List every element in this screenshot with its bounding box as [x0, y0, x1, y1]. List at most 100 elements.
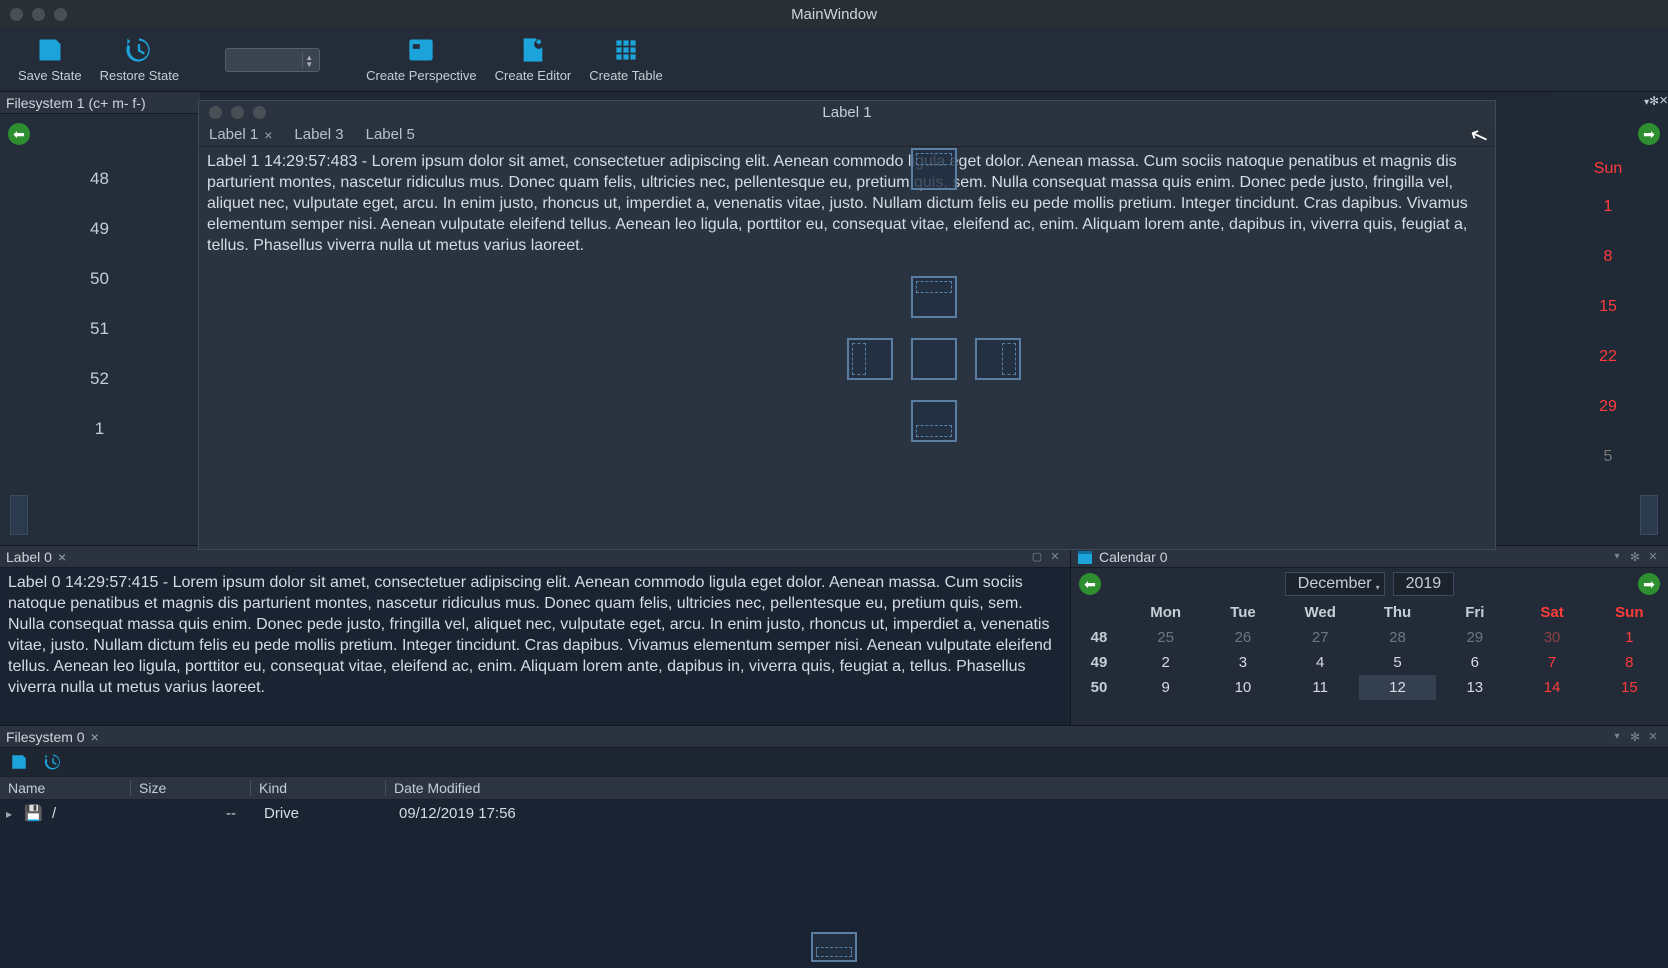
sunday-cell[interactable]: 22 — [1548, 332, 1668, 382]
calendar-day-cell[interactable]: 11 — [1282, 675, 1359, 700]
tab-label0[interactable]: Label 0 × — [6, 549, 66, 565]
floating-title: Label 1 — [822, 104, 871, 121]
col-date[interactable]: Date Modified — [385, 780, 1668, 796]
gear-icon[interactable] — [1626, 548, 1644, 566]
dock-target-top-inner[interactable] — [911, 276, 957, 318]
scroll-thumb[interactable] — [10, 495, 28, 535]
dock-target-bottom[interactable] — [911, 400, 957, 442]
tab[interactable]: Label 5 — [366, 126, 415, 143]
sunday-cell[interactable]: 1 — [1548, 182, 1668, 232]
chevron-down-icon[interactable] — [1608, 548, 1626, 566]
sunday-cell[interactable]: 5 — [1548, 432, 1668, 482]
floating-window[interactable]: Label 1 Label 1×Label 3Label 5 Label 1 1… — [198, 100, 1496, 550]
create-table-button[interactable]: Create Table — [589, 36, 662, 83]
filesystem1-header: Filesystem 1 (c+ m- f-) — [0, 92, 200, 114]
history-icon[interactable] — [44, 753, 62, 771]
calendar-month: December — [1298, 575, 1372, 592]
minimize-traffic-light[interactable] — [231, 106, 244, 119]
chevron-down-icon[interactable] — [1608, 728, 1626, 746]
calendar-week-number: 49 — [1071, 650, 1127, 675]
create-editor-button[interactable]: Create Editor — [495, 36, 572, 83]
save-state-label: Save State — [18, 68, 82, 83]
minimize-traffic-light[interactable] — [32, 8, 45, 21]
gear-icon[interactable] — [1626, 728, 1644, 746]
close-icon[interactable] — [1644, 548, 1662, 566]
create-perspective-button[interactable]: Create Perspective — [366, 36, 477, 83]
close-icon[interactable] — [1659, 92, 1668, 114]
nav-prev-button[interactable]: ⬅ — [8, 123, 30, 145]
tab[interactable]: Label 3 — [294, 126, 343, 143]
dock-target-top[interactable] — [911, 148, 957, 190]
calendar-day-cell[interactable]: 9 — [1127, 675, 1204, 700]
calendar-day-cell[interactable]: 26 — [1204, 625, 1281, 650]
calendar-day-cell[interactable]: 5 — [1359, 650, 1436, 675]
calendar-next-button[interactable]: ➡ — [1638, 573, 1660, 595]
calendar-grid: MonTueWedThuFriSatSun4825262728293014923… — [1071, 600, 1668, 700]
calendar-day-cell[interactable]: 10 — [1204, 675, 1281, 700]
restore-state-button[interactable]: Restore State — [100, 36, 180, 83]
perspective-icon — [407, 36, 435, 64]
save-icon[interactable] — [10, 753, 28, 771]
calendar-day-cell[interactable]: 27 — [1282, 625, 1359, 650]
col-size[interactable]: Size — [130, 780, 250, 796]
close-traffic-light[interactable] — [209, 106, 222, 119]
zoom-traffic-light[interactable] — [253, 106, 266, 119]
calendar-day-cell[interactable]: 30 — [1513, 625, 1590, 650]
calendar-day-header: Fri — [1436, 600, 1513, 625]
col-name[interactable]: Name — [0, 780, 130, 796]
calendar-day-header: Mon — [1127, 600, 1204, 625]
calendar-day-cell[interactable]: 25 — [1127, 625, 1204, 650]
filesystem-row[interactable]: 💾 / -- Drive 09/12/2019 17:56 — [0, 800, 1668, 826]
dock-target-left[interactable] — [847, 338, 893, 380]
zoom-traffic-light[interactable] — [54, 8, 67, 21]
calendar-icon — [1077, 549, 1093, 565]
close-icon[interactable] — [1644, 728, 1662, 746]
calendar-day-cell[interactable]: 7 — [1513, 650, 1590, 675]
close-traffic-light[interactable] — [10, 8, 23, 21]
minimize-icon[interactable]: ▢ — [1028, 548, 1046, 566]
save-state-button[interactable]: Save State — [18, 36, 82, 83]
disk-icon: 💾 — [24, 804, 44, 822]
close-tab-icon[interactable]: × — [91, 729, 99, 745]
calendar-day-cell[interactable]: 13 — [1436, 675, 1513, 700]
calendar-day-cell[interactable]: 6 — [1436, 650, 1513, 675]
sunday-cell[interactable]: 8 — [1548, 232, 1668, 282]
sunday-cell[interactable]: 29 — [1548, 382, 1668, 432]
floating-titlebar[interactable]: Label 1 — [199, 101, 1495, 123]
calendar-day-cell[interactable]: 1 — [1591, 625, 1668, 650]
calendar-day-cell[interactable]: 8 — [1591, 650, 1668, 675]
nav-next-button[interactable]: ➡ — [1638, 123, 1660, 145]
label0-content: Label 0 14:29:57:415 - Lorem ipsum dolor… — [0, 568, 1070, 702]
tab-filesystem0[interactable]: Filesystem 0 × — [6, 729, 99, 745]
scroll-thumb-right[interactable] — [1640, 495, 1658, 535]
calendar-day-cell[interactable]: 4 — [1282, 650, 1359, 675]
expand-icon[interactable] — [6, 805, 24, 822]
sunday-cell[interactable]: 15 — [1548, 282, 1668, 332]
col-kind[interactable]: Kind — [250, 780, 385, 796]
calendar-prev-button[interactable]: ⬅ — [1079, 573, 1101, 595]
close-tab-icon[interactable]: × — [58, 549, 66, 565]
calendar-day-cell[interactable]: 15 — [1591, 675, 1668, 700]
tab[interactable]: Label 1× — [209, 126, 272, 143]
calendar-day-cell[interactable]: 3 — [1204, 650, 1281, 675]
calendar-month-select[interactable]: December▾ — [1285, 572, 1385, 596]
calendar-day-cell[interactable]: 29 — [1436, 625, 1513, 650]
close-tab-icon[interactable]: × — [264, 127, 272, 143]
gear-icon[interactable] — [1649, 92, 1659, 114]
calendar-day-header: Wed — [1282, 600, 1359, 625]
calendar-year-select[interactable]: 2019 — [1393, 572, 1455, 596]
editor-icon — [519, 36, 547, 64]
calendar-day-cell[interactable]: 28 — [1359, 625, 1436, 650]
dock-target-right[interactable] — [975, 338, 1021, 380]
calendar-year: 2019 — [1406, 575, 1442, 592]
calendar-day-cell[interactable]: 2 — [1127, 650, 1204, 675]
dock-target-bottom[interactable] — [811, 932, 857, 962]
perspective-select[interactable]: ▲▼ — [225, 48, 320, 72]
filesystem0-columns: Name Size Kind Date Modified — [0, 776, 1668, 800]
calendar-day-cell[interactable]: 14 — [1513, 675, 1590, 700]
calendar-day-cell[interactable]: 12 — [1359, 675, 1436, 700]
close-icon[interactable] — [1046, 548, 1064, 566]
row-kind: Drive — [256, 805, 391, 822]
row-date: 09/12/2019 17:56 — [391, 805, 524, 822]
dock-target-center[interactable] — [911, 338, 957, 380]
